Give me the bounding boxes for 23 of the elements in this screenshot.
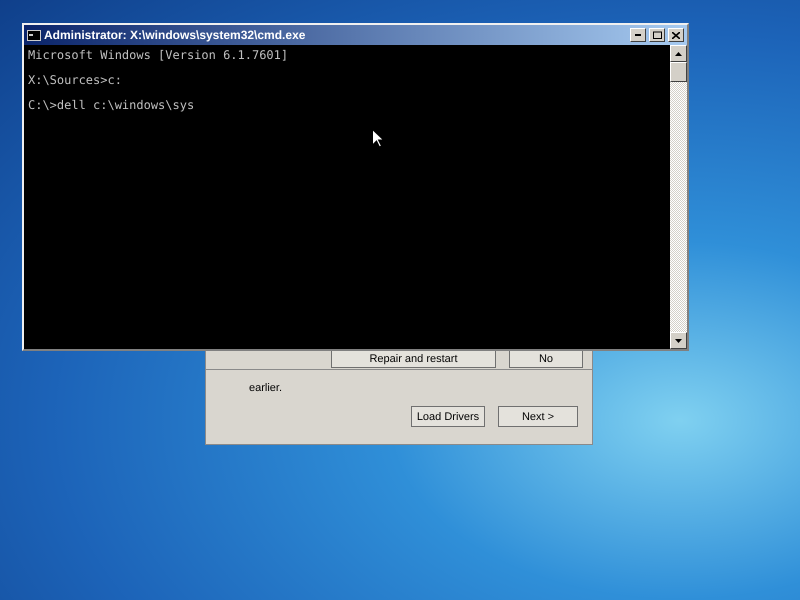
console-line: Microsoft Windows [Version 6.1.7601]: [28, 47, 290, 60]
console-line: X:\Sources>c:: [28, 72, 123, 84]
mouse-cursor-icon: [372, 129, 384, 148]
dialog-button[interactable]: Repair and restart: [331, 350, 496, 368]
scroll-down-button[interactable]: [670, 332, 687, 349]
dialog-button[interactable]: Next >: [498, 406, 578, 427]
close-button[interactable]: [668, 28, 684, 42]
scroll-up-button[interactable]: [670, 45, 687, 62]
console-icon: [27, 30, 41, 40]
up-arrow-icon: [675, 52, 682, 56]
down-arrow-icon: [675, 338, 682, 342]
maximize-button[interactable]: [649, 28, 665, 42]
console-line: C:\>dell c:\windows\sys: [28, 97, 196, 110]
minimize-icon: [635, 34, 641, 36]
dialog-text: earlier.: [249, 382, 284, 394]
scrollbar[interactable]: [670, 45, 687, 349]
minimize-button[interactable]: [630, 28, 646, 42]
dialog-button[interactable]: No: [509, 350, 583, 368]
window-title: Administrator: X:\windows\system32\cmd.exe: [44, 28, 306, 42]
close-icon: [672, 32, 680, 38]
maximize-icon: [652, 31, 662, 39]
dialog-button[interactable]: Load Drivers: [411, 406, 485, 427]
scroll-thumb[interactable]: [670, 62, 687, 82]
